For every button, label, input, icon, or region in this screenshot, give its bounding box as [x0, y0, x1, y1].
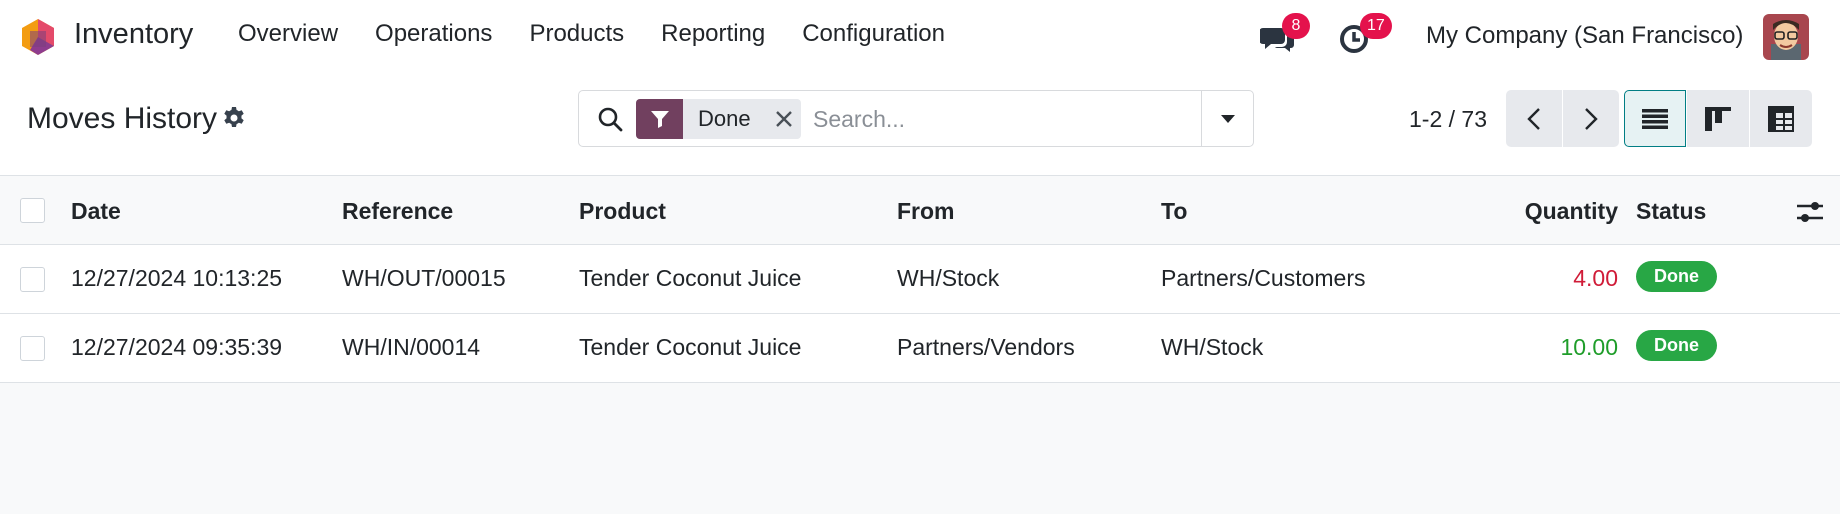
cell-date: 12/27/2024 09:35:39: [71, 334, 283, 360]
column-header-quantity[interactable]: Quantity: [1525, 198, 1618, 225]
activities-button[interactable]: 17: [1336, 13, 1392, 58]
cell-from: Partners/Vendors: [897, 334, 1075, 360]
sliders-icon[interactable]: [1796, 199, 1824, 225]
cell-to: Partners/Customers: [1161, 265, 1366, 291]
cell-product: Tender Coconut Juice: [579, 334, 802, 360]
select-all-checkbox[interactable]: [20, 198, 45, 223]
cell-product: Tender Coconut Juice: [579, 265, 802, 291]
gear-icon[interactable]: [222, 106, 246, 130]
top-navbar: Inventory Overview Operations Products R…: [0, 0, 1840, 74]
messages-badge: 8: [1282, 13, 1310, 39]
pivot-view-button[interactable]: [1750, 90, 1812, 147]
table-row[interactable]: 12/27/2024 10:13:25 WH/OUT/00015 Tender …: [0, 245, 1840, 314]
avatar-image: [1763, 14, 1809, 60]
column-header-reference[interactable]: Reference: [342, 198, 453, 225]
user-avatar[interactable]: [1763, 14, 1809, 60]
odoo-inventory-logo-icon[interactable]: [18, 17, 58, 57]
cell-quantity: 4.00: [1573, 265, 1618, 291]
moves-list: Date Reference Product From To Quantity …: [0, 175, 1840, 514]
magnifier-icon[interactable]: [597, 106, 623, 132]
messages-button[interactable]: 8: [1258, 13, 1310, 58]
activities-badge: 17: [1360, 13, 1392, 39]
column-header-status[interactable]: Status: [1636, 198, 1706, 225]
search-facet-filter: Done: [636, 99, 801, 139]
menu-item-configuration[interactable]: Configuration: [802, 20, 945, 48]
list-view-icon: [1642, 108, 1668, 129]
cell-date: 12/27/2024 10:13:25: [71, 265, 283, 291]
status-badge: Done: [1636, 261, 1717, 292]
menu-item-products[interactable]: Products: [529, 20, 624, 48]
page-title[interactable]: Moves History: [27, 102, 217, 136]
row-checkbox[interactable]: [20, 336, 45, 361]
menu-item-reporting[interactable]: Reporting: [661, 20, 765, 48]
pager-previous-button[interactable]: [1506, 90, 1562, 147]
column-header-from[interactable]: From: [897, 198, 955, 225]
chevron-right-icon: [1585, 107, 1598, 130]
app-name[interactable]: Inventory: [74, 18, 193, 51]
menu-item-overview[interactable]: Overview: [238, 20, 338, 48]
search-bar: Done: [578, 90, 1254, 147]
kanban-view-button[interactable]: [1687, 90, 1749, 147]
chevron-left-icon: [1527, 107, 1540, 130]
cell-to: WH/Stock: [1161, 334, 1264, 360]
pager-value[interactable]: 1-2 / 73: [1409, 106, 1487, 133]
column-header-to[interactable]: To: [1161, 198, 1187, 225]
table-row[interactable]: 12/27/2024 09:35:39 WH/IN/00014 Tender C…: [0, 314, 1840, 383]
column-header-product[interactable]: Product: [579, 198, 666, 225]
list-view-button[interactable]: [1624, 90, 1686, 147]
cell-reference: WH/IN/00014: [342, 334, 481, 360]
list-header: Date Reference Product From To Quantity …: [0, 175, 1840, 245]
menu-item-operations[interactable]: Operations: [375, 20, 492, 48]
close-icon[interactable]: [767, 99, 801, 139]
status-badge: Done: [1636, 330, 1717, 361]
pivot-view-icon: [1768, 105, 1794, 132]
facet-label: Done: [698, 106, 751, 131]
funnel-icon: [636, 99, 683, 139]
search-input[interactable]: [813, 99, 1183, 139]
caret-down-icon: [1220, 114, 1235, 123]
cell-quantity: 10.00: [1560, 334, 1618, 360]
search-options-toggle[interactable]: [1201, 91, 1253, 146]
main-menu: Overview Operations Products Reporting C…: [238, 20, 982, 48]
kanban-view-icon: [1705, 106, 1731, 131]
row-checkbox[interactable]: [20, 267, 45, 292]
pager-next-button[interactable]: [1563, 90, 1619, 147]
column-header-date[interactable]: Date: [71, 198, 121, 225]
company-switcher[interactable]: My Company (San Francisco): [1426, 22, 1743, 50]
cell-reference: WH/OUT/00015: [342, 265, 506, 291]
cell-from: WH/Stock: [897, 265, 1000, 291]
